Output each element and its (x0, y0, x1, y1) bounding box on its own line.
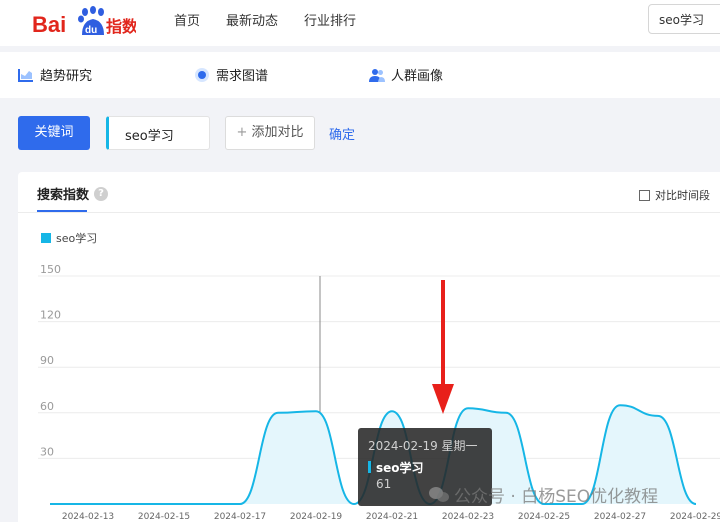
series-point (657, 415, 659, 417)
tooltip-date: 2024-02-19 星期一 (368, 439, 478, 453)
tooltip-series-name: seo学习 (376, 461, 424, 475)
y-tick-label: 60 (40, 400, 54, 413)
x-tick-label: 2024-02-27 (594, 512, 646, 522)
series-point (505, 412, 507, 414)
x-tick-label: 2024-02-19 (290, 512, 343, 522)
y-tick-label: 90 (40, 354, 54, 367)
wechat-icon (429, 486, 449, 502)
watermark-text: 公众号 · 白杨SEO优化教程 (454, 487, 659, 507)
x-tick-label: 2024-02-21 (366, 512, 418, 522)
tooltip-value: 61 (376, 477, 392, 491)
series-point (201, 503, 203, 505)
series-point (467, 407, 469, 409)
series-point (315, 410, 317, 412)
series-point (239, 503, 241, 505)
watermark: 公众号 · 白杨SEO优化教程 (428, 482, 658, 507)
y-axis: 150 120 90 60 30 (40, 263, 61, 458)
x-tick-label: 2024-02-13 (62, 512, 114, 522)
y-tick-label: 150 (40, 263, 61, 276)
series-point (695, 503, 697, 505)
series-point (87, 503, 89, 505)
series-point (353, 503, 355, 505)
series-point (125, 503, 127, 505)
x-tick-label: 2024-02-23 (442, 512, 494, 522)
tooltip-series-marker (368, 461, 371, 473)
x-tick-label: 2024-02-29 (670, 512, 720, 522)
x-tick-label: 2024-02-17 (214, 512, 266, 522)
y-tick-label: 120 (40, 309, 61, 322)
red-arrow-annotation (432, 280, 454, 414)
series-point (49, 503, 51, 505)
x-tick-label: 2024-02-25 (518, 512, 570, 522)
x-axis: 2024-02-13 2024-02-15 2024-02-17 2024-02-19… (62, 512, 720, 522)
series-point (277, 412, 279, 414)
series-point (619, 404, 621, 406)
series-point (391, 410, 393, 412)
series-point (163, 503, 165, 505)
y-tick-label: 30 (40, 445, 54, 458)
x-tick-label: 2024-02-15 (138, 512, 190, 522)
